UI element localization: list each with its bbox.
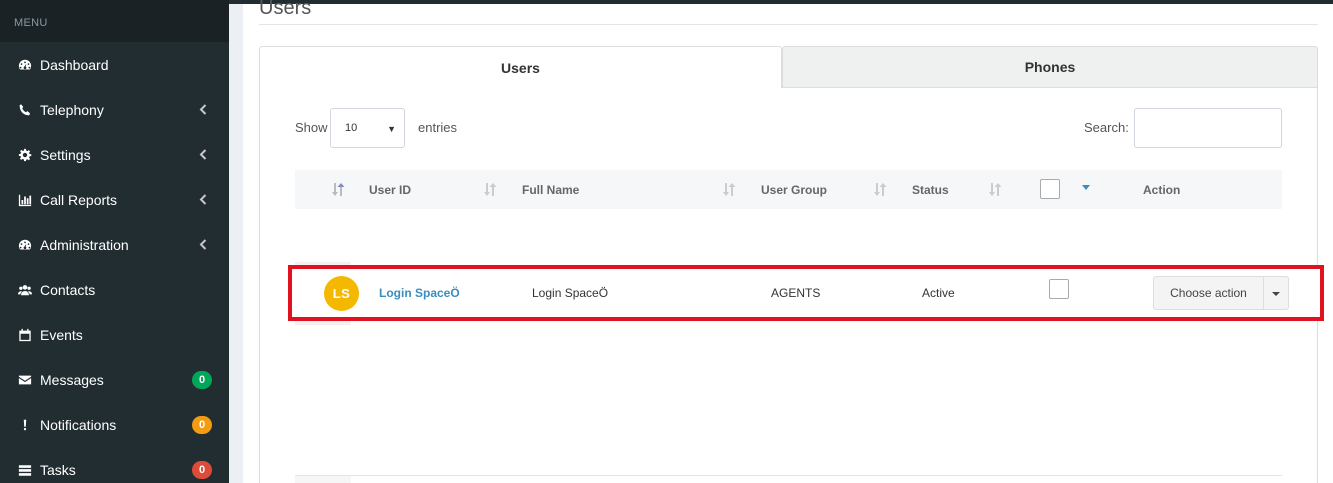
footer-shadow [295, 476, 351, 483]
notifications-count-badge: 0 [192, 416, 212, 434]
sidebar-item-telephony[interactable]: Telephony [0, 87, 229, 132]
entries-label: entries [418, 120, 458, 135]
dashboard-icon [17, 57, 33, 73]
row-select-checkbox[interactable] [1049, 279, 1069, 299]
user-id-link[interactable]: Login SpaceÖ [379, 286, 460, 300]
messages-count-badge: 0 [192, 371, 212, 389]
envelope-icon [17, 372, 33, 388]
sidebar-item-label: Dashboard [40, 56, 109, 73]
sidebar-item-contacts[interactable]: Contacts [0, 267, 229, 312]
tab-bar: Users Phones [259, 46, 1318, 88]
sidebar: MENU Dashboard Telephony Settings Call R… [0, 0, 229, 483]
sidebar-item-administration[interactable]: Administration [0, 222, 229, 267]
status-cell: Active [922, 286, 955, 300]
sort-icon[interactable] [988, 182, 1002, 198]
sidebar-item-settings[interactable]: Settings [0, 132, 229, 177]
user-group-cell: AGENTS [771, 286, 821, 300]
sort-icon[interactable] [873, 182, 887, 198]
search-input[interactable] [1134, 108, 1282, 148]
main-content: Users Users Phones Show 10 ▼ entries Sea… [229, 0, 1333, 483]
show-label: Show [295, 120, 328, 135]
tab-phones[interactable]: Phones [782, 46, 1318, 88]
page-title: Users [259, 0, 312, 19]
dashboard-icon [17, 237, 33, 253]
avatar: LS [324, 276, 359, 311]
sidebar-item-label: Administration [40, 236, 129, 253]
gear-icon [17, 147, 33, 163]
sort-icon[interactable] [483, 182, 497, 198]
content-box: Users Users Phones Show 10 ▼ entries Sea… [243, 0, 1333, 483]
entries-value: 10 [345, 122, 358, 134]
sort-asc-icon[interactable] [331, 182, 345, 198]
sidebar-item-label: Events [40, 326, 83, 343]
column-header-user-group[interactable]: User Group [761, 183, 827, 197]
sidebar-item-label: Messages [40, 371, 104, 388]
full-name-cell: Login SpaceÖ [532, 286, 609, 300]
sidebar-item-label: Contacts [40, 281, 96, 298]
users-icon [17, 282, 33, 298]
calendar-icon [17, 327, 33, 343]
sidebar-item-tasks[interactable]: Tasks 0 [0, 447, 229, 483]
search-label: Search: [1084, 120, 1129, 135]
sidebar-item-call-reports[interactable]: Call Reports [0, 177, 229, 222]
column-header-status[interactable]: Status [912, 183, 949, 197]
sidebar-item-label: Settings [40, 146, 91, 163]
select-all-checkbox[interactable] [1040, 179, 1060, 199]
exclamation-icon [17, 417, 33, 433]
entries-per-page-select[interactable]: 10 ▼ [330, 108, 405, 148]
tab-users[interactable]: Users [259, 46, 782, 88]
sidebar-item-label: Tasks [40, 461, 76, 478]
tasks-count-badge: 0 [192, 461, 212, 479]
sidebar-item-label: Call Reports [40, 191, 118, 208]
chevron-left-icon [199, 147, 209, 161]
sidebar-item-events[interactable]: Events [0, 312, 229, 357]
title-divider [259, 24, 1318, 25]
caret-down-icon [1272, 292, 1280, 296]
sidebar-item-messages[interactable]: Messages 0 [0, 357, 229, 402]
table-header: User ID Full Name User Group Status Acti… [295, 170, 1282, 209]
caret-down-icon: ▼ [387, 124, 396, 134]
table-footer-divider [295, 475, 1282, 476]
column-header-full-name[interactable]: Full Name [522, 183, 579, 197]
action-dropdown-toggle[interactable] [1263, 276, 1289, 310]
column-header-action: Action [1143, 183, 1181, 197]
phone-icon [17, 102, 33, 118]
choose-action-button[interactable]: Choose action [1153, 276, 1264, 310]
sidebar-header: MENU [0, 0, 229, 42]
sidebar-item-label: Telephony [40, 101, 104, 118]
bar-chart-icon [17, 192, 33, 208]
sidebar-item-label: Notifications [40, 416, 117, 433]
tasks-icon [17, 462, 33, 478]
sidebar-item-dashboard[interactable]: Dashboard [0, 42, 229, 87]
table-row: LS Login SpaceÖ Login SpaceÖ AGENTS Acti… [288, 265, 1324, 321]
sidebar-item-notifications[interactable]: Notifications 0 [0, 402, 229, 447]
chevron-left-icon [199, 102, 209, 116]
column-header-user-id[interactable]: User ID [369, 183, 411, 197]
sort-icon[interactable] [722, 182, 736, 198]
caret-down-icon[interactable] [1082, 185, 1090, 190]
chevron-left-icon [199, 237, 209, 251]
chevron-left-icon [199, 192, 209, 206]
